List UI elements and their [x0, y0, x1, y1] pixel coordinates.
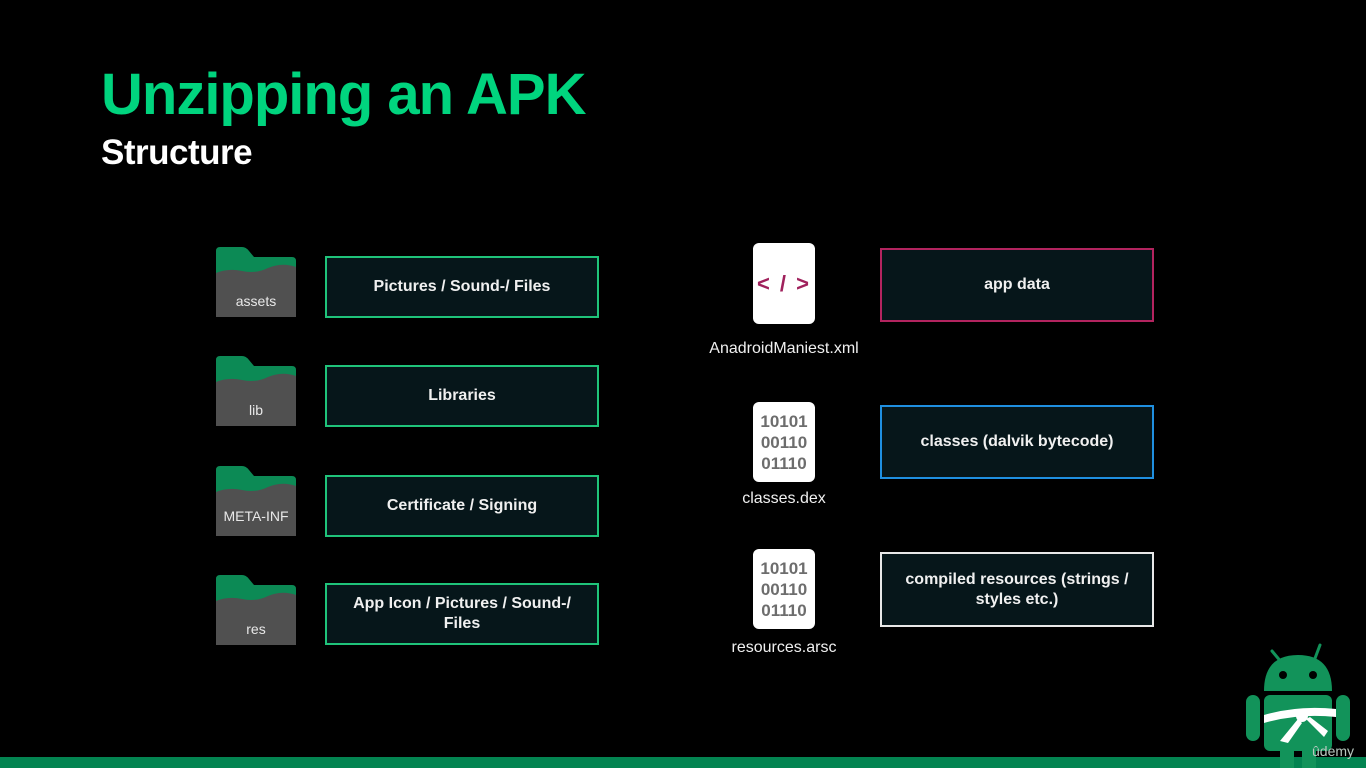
slide: Unzipping an APK Structure assets Pictur…: [0, 0, 1366, 768]
folder-description: App Icon / Pictures / Sound-/ Files: [353, 595, 571, 632]
binary-file-icon: 10101 00110 01110: [753, 402, 815, 482]
file-description-box: classes (dalvik bytecode): [880, 405, 1154, 479]
folder-icon: assets: [216, 247, 296, 317]
folder-description-box: Certificate / Signing: [325, 475, 599, 537]
binary-glyph: 10101 00110 01110: [760, 558, 808, 620]
slide-title: Unzipping an APK: [101, 62, 586, 127]
folder-description: Libraries: [428, 387, 496, 404]
file-description: compiled resources (strings / styles etc…: [905, 570, 1129, 608]
folder-label: res: [246, 621, 266, 637]
file-description-box: app data: [880, 248, 1154, 322]
file-description: classes (dalvik bytecode): [920, 433, 1114, 450]
bottom-accent-bar: [0, 757, 1366, 768]
file-name: classes.dex: [742, 490, 826, 507]
folder-label: lib: [248, 402, 263, 418]
folder-description-box: Libraries: [325, 365, 599, 427]
folder-description-box: App Icon / Pictures / Sound-/ Files: [325, 583, 599, 645]
file-description: app data: [984, 276, 1050, 293]
code-brackets-glyph: < / >: [756, 270, 812, 296]
folder-icon: META-INF: [216, 466, 296, 536]
folder-description-box: Pictures / Sound-/ Files: [325, 256, 599, 318]
file-name: resources.arsc: [731, 639, 837, 656]
slide-subtitle: Structure: [101, 133, 253, 172]
folder-description: Pictures / Sound-/ Files: [373, 278, 551, 295]
folder-icon: lib: [216, 356, 296, 426]
folder-icon: res: [216, 575, 296, 645]
folder-label: assets: [235, 293, 277, 309]
binary-glyph: 10101 00110 01110: [760, 411, 808, 473]
folder-label: META-INF: [223, 508, 289, 524]
file-name: AnadroidManiest.xml: [709, 340, 859, 357]
folder-description: Certificate / Signing: [386, 497, 538, 514]
xml-code-icon: < / >: [753, 243, 815, 324]
binary-file-icon: 10101 00110 01110: [753, 549, 815, 629]
file-description-box: compiled resources (strings / styles etc…: [880, 552, 1154, 627]
udemy-watermark: ûdemy: [1312, 743, 1355, 759]
